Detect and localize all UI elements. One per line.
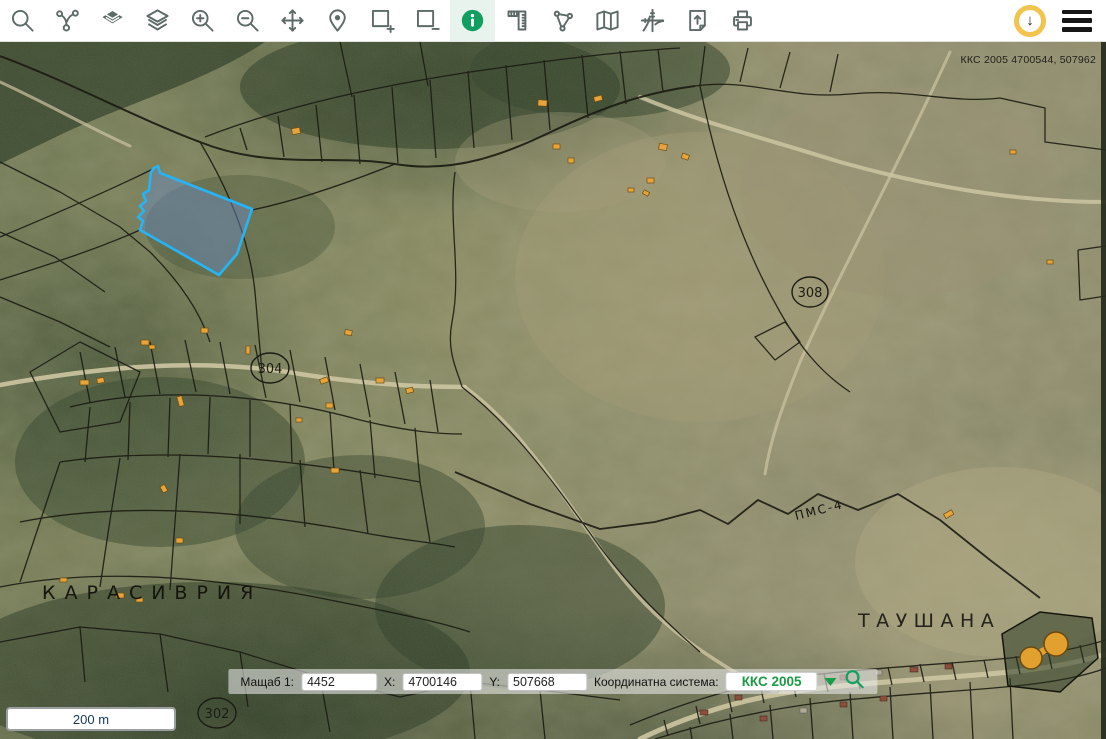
crs-dropdown-caret-icon[interactable] — [825, 678, 837, 686]
scale-label: Мащаб 1: — [240, 675, 294, 689]
zoom-window-in-icon — [369, 7, 396, 34]
locality-label-right: ТАУШАНА — [857, 610, 1000, 632]
coordinate-axes-icon — [639, 7, 666, 34]
crs-select[interactable]: ККС 2005 — [726, 672, 818, 691]
crs-label: Координатна система: — [594, 675, 719, 689]
export-button[interactable] — [675, 0, 720, 41]
svg-text:302: 302 — [205, 707, 230, 722]
cadastre-map-app: ↓ — [0, 0, 1106, 739]
coordinate-bar: Мащаб 1: X: Y: Координатна система: ККС … — [228, 669, 877, 694]
svg-text:308: 308 — [798, 286, 823, 301]
locality-label-left: КАРАСИВРИЯ — [42, 582, 262, 604]
print-button[interactable] — [720, 0, 765, 41]
zoom-out-icon — [234, 7, 261, 34]
location-pin-button[interactable] — [315, 0, 360, 41]
select-objects-icon — [54, 7, 81, 34]
coordinate-search-button[interactable] — [844, 668, 866, 695]
coordinate-axes-button[interactable] — [630, 0, 675, 41]
tank-circle — [1020, 647, 1042, 669]
info-icon — [459, 7, 486, 34]
tank-circle — [1044, 632, 1068, 656]
layer-button[interactable] — [90, 0, 135, 41]
svg-text:304: 304 — [258, 362, 283, 377]
layer-icon — [99, 7, 126, 34]
info-button[interactable] — [450, 0, 495, 41]
measure-area-icon — [549, 7, 576, 34]
map-toolbar: ↓ — [0, 0, 1106, 42]
x-input[interactable] — [402, 673, 482, 691]
measure-distance-icon — [504, 7, 531, 34]
toolbar-right-controls: ↓ — [1014, 0, 1106, 41]
print-icon — [729, 7, 756, 34]
scale-input[interactable] — [301, 673, 377, 691]
export-icon — [684, 7, 711, 34]
layers-button[interactable] — [135, 0, 180, 41]
scale-bar: 200 m — [6, 707, 176, 731]
layers-icon — [144, 7, 171, 34]
map-sheet-icon — [594, 7, 621, 34]
measure-area-button[interactable] — [540, 0, 585, 41]
map-edge-shadow — [1101, 42, 1106, 739]
zoom-window-out-icon — [414, 7, 441, 34]
zoom-out-button[interactable] — [225, 0, 270, 41]
pan-icon — [279, 7, 306, 34]
zoom-window-in-button[interactable] — [360, 0, 405, 41]
scale-bar-label: 200 m — [73, 712, 109, 727]
search-go-icon — [844, 668, 866, 690]
zoom-window-out-button[interactable] — [405, 0, 450, 41]
zoom-in-icon — [189, 7, 216, 34]
x-label: X: — [384, 675, 395, 689]
search-button[interactable] — [0, 0, 45, 41]
map-sheet-button[interactable] — [585, 0, 630, 41]
measure-distance-button[interactable] — [495, 0, 540, 41]
zoom-in-button[interactable] — [180, 0, 225, 41]
hamburger-menu-button[interactable] — [1062, 10, 1092, 32]
map-canvas[interactable]: КАРАСИВРИЯ ТАУШАНА 304 308 302 ПМС-4 — [0, 42, 1106, 739]
select-objects-button[interactable] — [45, 0, 90, 41]
download-circle-button[interactable]: ↓ — [1014, 5, 1046, 37]
y-input[interactable] — [507, 673, 587, 691]
download-arrow-icon: ↓ — [1026, 12, 1034, 29]
location-pin-icon — [324, 7, 351, 34]
y-label: Y: — [489, 675, 500, 689]
search-icon — [9, 7, 36, 34]
pan-button[interactable] — [270, 0, 315, 41]
map-viewport[interactable]: КАРАСИВРИЯ ТАУШАНА 304 308 302 ПМС-4 — [0, 42, 1106, 739]
